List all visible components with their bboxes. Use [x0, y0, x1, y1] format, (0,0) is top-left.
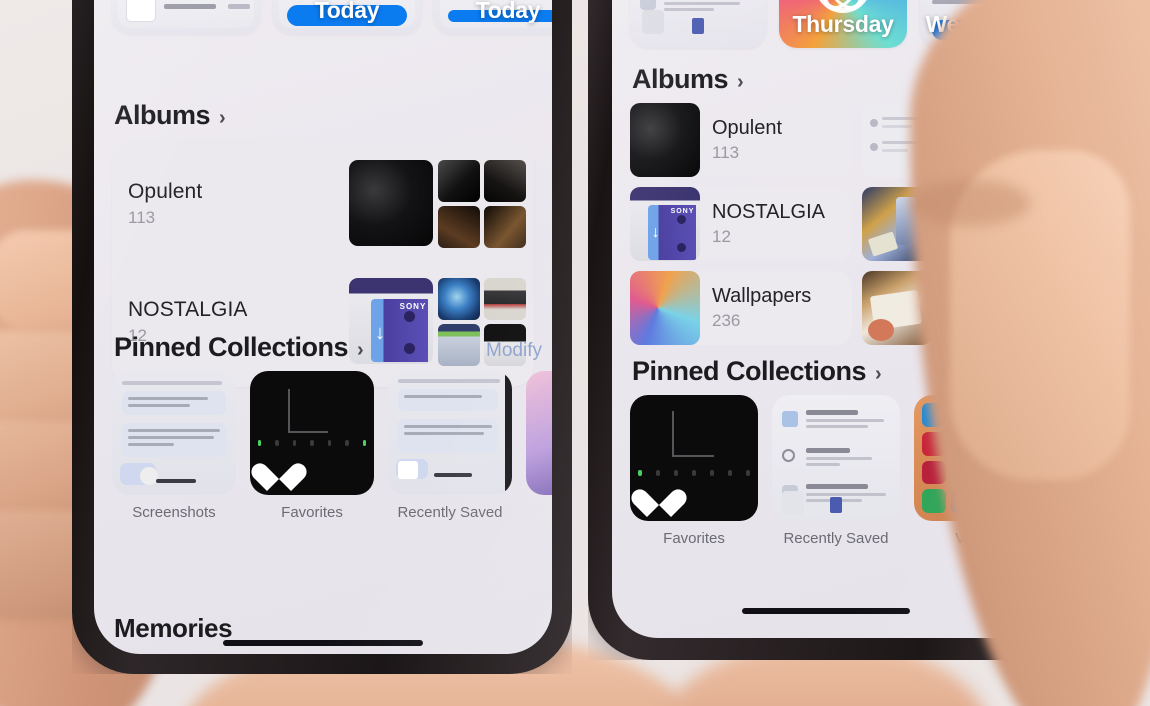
album-meta: Wallpapers 236	[712, 285, 811, 331]
album-thumbnail-grid	[438, 160, 526, 248]
album-meta: Opulent 113	[128, 180, 202, 228]
pinned-label: Screenshots	[132, 504, 216, 521]
left-pinned-section: Pinned Collections › Modify Screenshots …	[112, 332, 552, 521]
pinned-thumbnail	[388, 371, 512, 495]
album-meta: NOSTALGIA 12	[712, 201, 825, 247]
pinned-thumbnail	[772, 395, 900, 521]
album-row[interactable]: SONY ↓ NOSTALGIA 12	[630, 187, 852, 261]
albums-title: Albums	[114, 100, 211, 130]
album-count: 113	[128, 208, 156, 227]
pinned-label: Recently Saved	[397, 504, 503, 521]
album-name: Wallpapers	[712, 285, 812, 307]
pinned-header[interactable]: Pinned Collections › Modify	[114, 332, 542, 363]
recent-day-label: Today	[475, 0, 541, 23]
album-name: NOSTALGIA	[712, 201, 825, 223]
pinned-thumbnail	[526, 371, 552, 495]
album-name: Opulent	[128, 180, 203, 203]
album-name: Opulent	[712, 117, 783, 139]
home-indicator[interactable]	[223, 640, 423, 646]
left-phone: Today Today Tod	[72, 0, 572, 674]
album-thumbnail	[630, 103, 700, 177]
album-thumbnail	[349, 160, 433, 246]
pinned-thumbnail	[250, 371, 374, 495]
album-name: NOSTALGIA	[128, 298, 248, 321]
modify-button[interactable]: Modify	[486, 340, 542, 362]
recent-day-card[interactable]: Thursday	[779, 0, 907, 48]
memories-section[interactable]: Memories	[114, 613, 233, 644]
pinned-title: Pinned Collections	[114, 332, 349, 362]
photo-scene: Today Today Tod	[0, 0, 1150, 706]
memories-title: Memories	[114, 613, 233, 643]
pinned-thumbnail	[630, 395, 758, 521]
pinned-item-favorites[interactable]: Favorites	[250, 371, 374, 521]
album-row[interactable]: Wallpapers 236	[630, 271, 852, 345]
album-thumbnails[interactable]	[349, 160, 526, 248]
album-thumbnail: SONY ↓	[630, 187, 700, 261]
album-count: 113	[712, 143, 740, 162]
heart-icon	[262, 452, 296, 483]
pinned-collections-row[interactable]: Screenshots Favorites Recently Saved	[112, 371, 552, 521]
pinned-label: Favorites	[663, 530, 725, 547]
pinned-title: Pinned Collections	[632, 356, 867, 386]
pinned-item-partial[interactable]	[526, 371, 552, 495]
pinned-label: Favorites	[281, 504, 343, 521]
albums-title: Albums	[632, 64, 729, 94]
album-row[interactable]: Opulent 113	[128, 145, 526, 263]
album-count: 12	[712, 227, 731, 246]
chevron-right-icon[interactable]: ›	[875, 364, 882, 384]
pinned-item-recently-saved[interactable]: Recently Saved	[772, 395, 900, 547]
album-meta: Opulent 113	[712, 117, 782, 163]
chevron-right-icon[interactable]: ›	[219, 108, 226, 128]
recent-day-card[interactable]: Today	[273, 0, 421, 34]
albums-header[interactable]: Albums ›	[114, 100, 534, 131]
home-indicator[interactable]	[742, 608, 911, 614]
recent-day-card[interactable]	[630, 0, 766, 48]
recent-day-label: Today	[314, 0, 380, 23]
chevron-right-icon[interactable]: ›	[357, 340, 364, 360]
album-thumbnail	[630, 271, 700, 345]
album-count: 236	[712, 311, 741, 330]
heart-icon	[642, 478, 676, 509]
recent-day-card[interactable]: Today	[434, 0, 552, 34]
recent-day-card[interactable]: Today	[112, 0, 260, 34]
left-phone-screen[interactable]: Today Today Tod	[94, 0, 552, 654]
left-recent-days-strip[interactable]: Today Today Tod	[112, 0, 552, 34]
thumb-crease	[910, 180, 1030, 226]
pinned-thumbnail	[112, 371, 236, 495]
pinned-item-screenshots[interactable]: Screenshots	[112, 371, 236, 521]
pinned-item-recently-saved[interactable]: Recently Saved	[388, 371, 512, 521]
chevron-right-icon[interactable]: ›	[737, 72, 744, 92]
pinned-item-favorites[interactable]: Favorites	[630, 395, 758, 547]
pinned-label: Recently Saved	[783, 530, 889, 547]
album-row[interactable]: Opulent 113	[630, 103, 852, 177]
recent-day-label: Thursday	[792, 11, 894, 37]
